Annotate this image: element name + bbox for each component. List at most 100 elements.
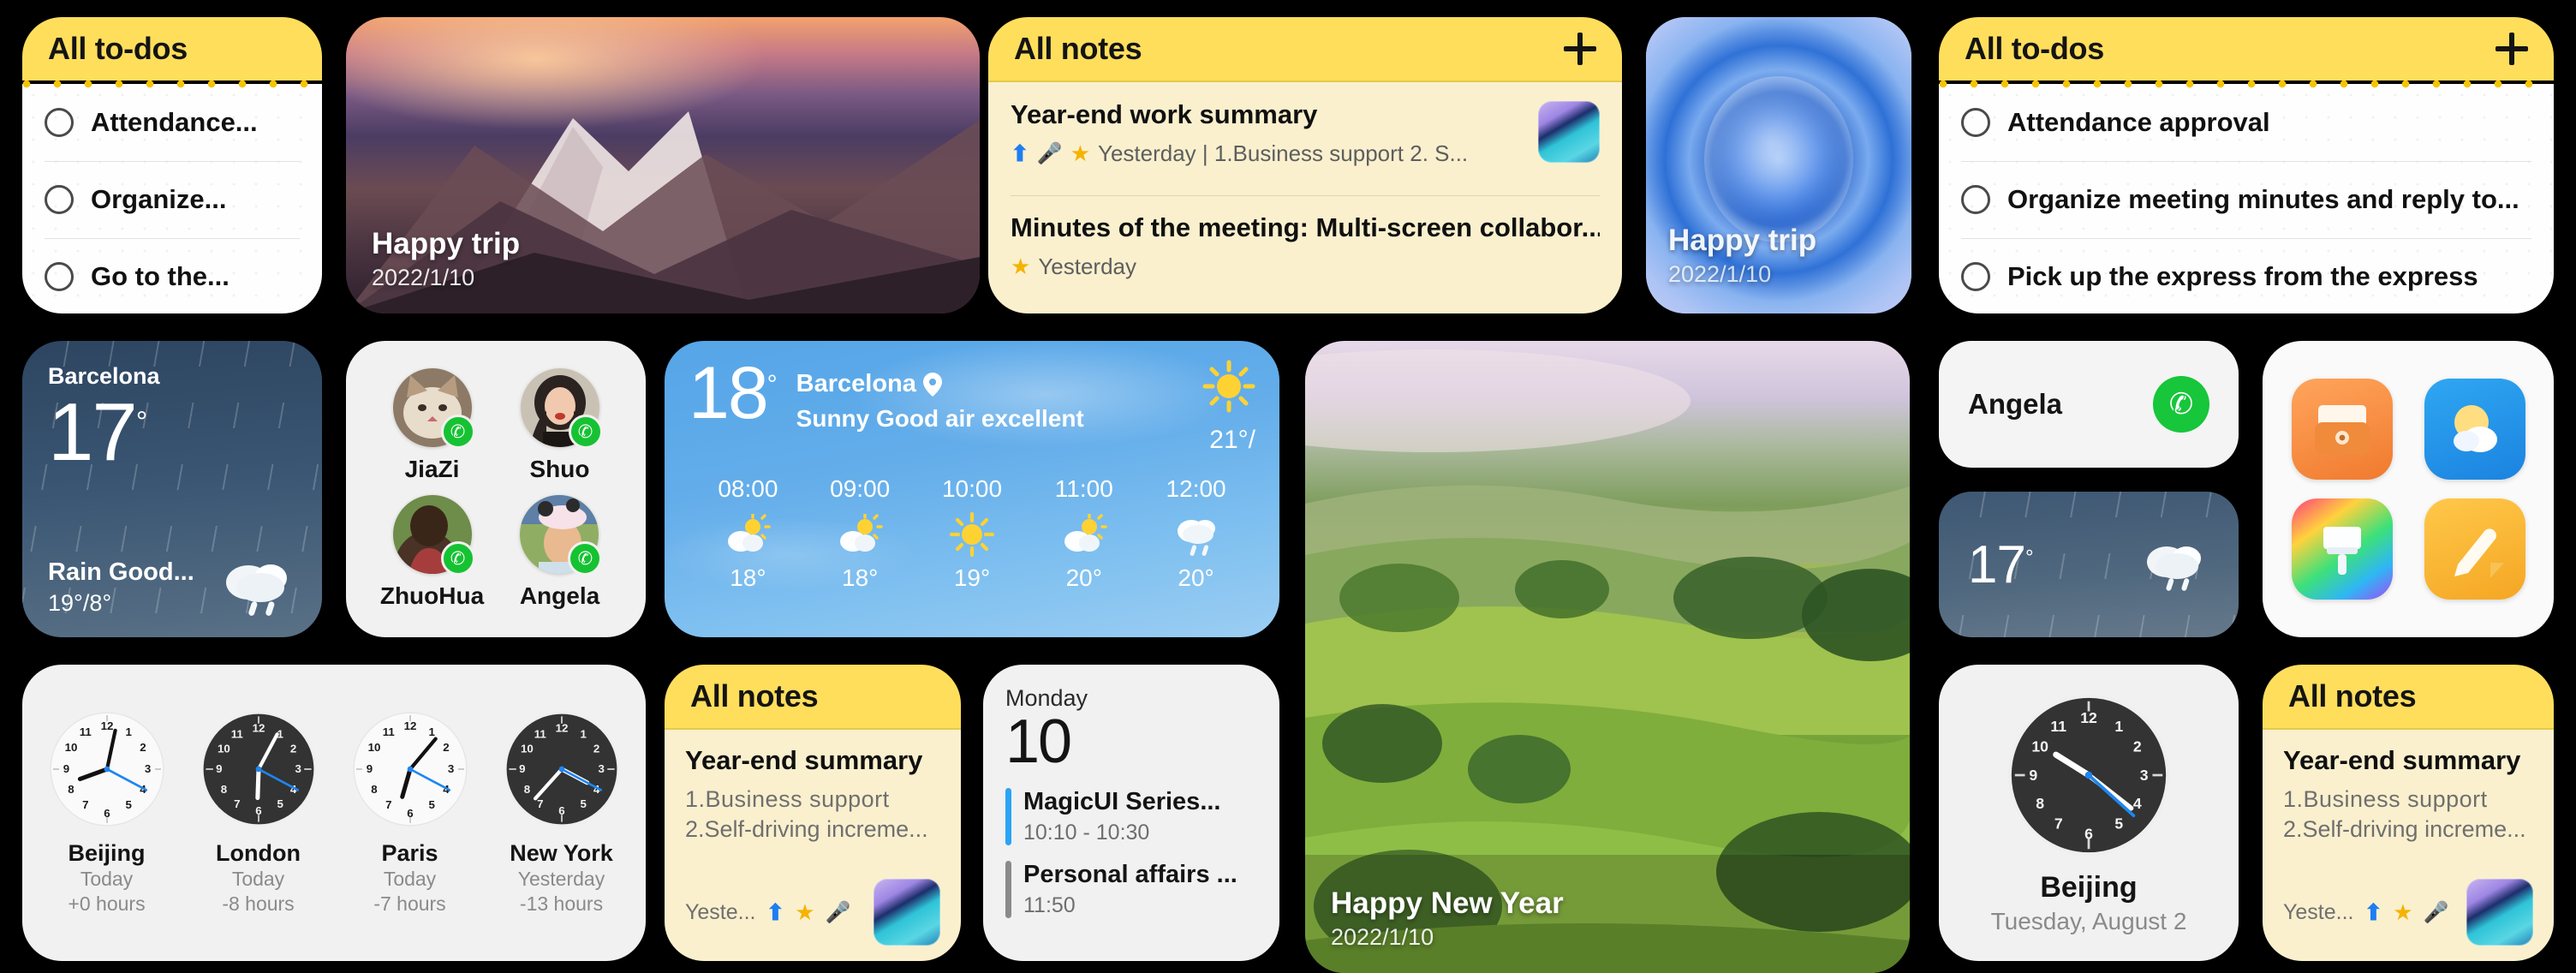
svg-text:12: 12 <box>252 722 265 735</box>
note-meta: ⬆ 🎤 ★ Yesterday | 1.Business support 2. … <box>1011 140 1538 167</box>
svg-text:3: 3 <box>144 762 150 775</box>
degree-symbol: ° <box>135 406 148 439</box>
widget-world-clocks[interactable]: 1212 345 678 91011 Beijing Today +0 hour… <box>22 665 646 961</box>
phone-icon[interactable]: ✆ <box>568 415 603 449</box>
contacts-grid: ✆ JiaZi ✆ Shuo ✆ ZhuoHua ✆ Angela <box>346 341 646 637</box>
hour-temp: 20° <box>1178 564 1214 591</box>
svg-text:7: 7 <box>537 797 543 810</box>
weather-condition: Sunny Good air excellent <box>796 405 1084 432</box>
note-meta-text: Yesterday | 1.Business support 2. S... <box>1098 140 1469 166</box>
todo-item[interactable]: Organize meeting minutes and reply to... <box>1939 161 2554 238</box>
widget-photo-happy-new-year[interactable]: Happy New Year 2022/1/10 <box>1305 341 1910 973</box>
contact-item[interactable]: ✆ Shuo <box>520 368 603 483</box>
partly-sunny-icon <box>804 513 916 556</box>
analog-clock-face-dark: 12 12 345 678 91011 <box>504 712 619 827</box>
widget-all-todos-small[interactable]: All to-dos Attendance... Organize... Go … <box>22 17 322 313</box>
widget-photo-water-drop[interactable]: Happy trip 2022/1/10 <box>1646 17 1911 313</box>
svg-text:1: 1 <box>428 725 435 738</box>
widget-app-grid[interactable] <box>2263 341 2554 637</box>
note-list-item[interactable]: Minutes of the meeting: Multi-screen col… <box>1011 195 1600 298</box>
widget-all-notes-small-right[interactable]: All notes Year-end summary 1.Business su… <box>2263 665 2554 961</box>
mic-icon: 🎤 <box>825 900 851 924</box>
phone-icon[interactable]: ✆ <box>440 541 475 576</box>
phone-icon[interactable]: ✆ <box>440 415 475 449</box>
todo-item[interactable]: Attendance approval <box>1939 84 2554 161</box>
pencil-note-icon[interactable] <box>2424 498 2525 600</box>
wallet-icon[interactable] <box>2291 379 2393 480</box>
svg-text:3: 3 <box>447 762 453 775</box>
svg-text:2: 2 <box>289 743 295 755</box>
clock-city: Beijing <box>68 840 146 867</box>
widget-weather-barcelona-dark[interactable]: Barcelona 17° Rain Good... 19°/8° <box>22 341 322 637</box>
photo-caption: Happy New Year 2022/1/10 <box>1331 886 1564 951</box>
todo-item[interactable]: Go to the... <box>22 238 322 313</box>
contact-item[interactable]: ✆ JiaZi <box>392 368 475 483</box>
checkbox-circle-icon[interactable] <box>45 185 74 214</box>
weather-city: Barcelona <box>796 370 916 397</box>
phone-icon[interactable]: ✆ <box>2153 376 2209 433</box>
hourly-forecast-row: 08:00 18° 09:00 18° 10:00 19° 11:00 20° … <box>689 475 1255 592</box>
widget-all-notes-wide[interactable]: All notes Year-end work summary ⬆ 🎤 ★ Ye… <box>988 17 1622 313</box>
weather-icon[interactable] <box>2424 379 2525 480</box>
widget-all-todos-wide[interactable]: All to-dos Attendance approval Organize … <box>1939 17 2554 313</box>
weather-temperature: 17° <box>48 391 296 474</box>
contact-item[interactable]: ✆ Angela <box>520 495 603 610</box>
calendar-event[interactable]: Personal affairs ... 11:50 <box>1005 860 1257 918</box>
mountain-photo: Happy trip 2022/1/10 <box>346 17 980 313</box>
widget-contacts[interactable]: ✆ JiaZi ✆ Shuo ✆ ZhuoHua ✆ Angela <box>346 341 646 637</box>
clock-day: Today <box>231 868 285 891</box>
svg-text:6: 6 <box>407 807 413 820</box>
clock-item[interactable]: 12 1 2 345 678 9 10 11 London Today -8 hours <box>182 709 334 916</box>
svg-text:11: 11 <box>534 728 546 741</box>
add-note-icon[interactable] <box>1564 33 1596 65</box>
weather-temp-value: 18 <box>689 352 769 434</box>
todo-item[interactable]: Attendance... <box>22 84 322 161</box>
note-meta-text: Yesterday <box>1038 254 1136 279</box>
clock-city: New York <box>510 840 613 867</box>
svg-text:7: 7 <box>2054 815 2063 832</box>
svg-text:1: 1 <box>125 725 132 738</box>
svg-text:8: 8 <box>220 783 226 796</box>
clock-item[interactable]: 12 1 2 345 678 9 10 11 New York Yesterday -1… <box>486 709 637 916</box>
svg-text:5: 5 <box>580 797 587 810</box>
widget-quick-call-angela[interactable]: Angela ✆ <box>1939 341 2239 468</box>
water-drop-photo: Happy trip 2022/1/10 <box>1646 17 1911 313</box>
contact-name: ZhuoHua <box>379 582 485 609</box>
checkbox-circle-icon[interactable] <box>45 262 74 291</box>
calendar-body: Monday 10 MagicUI Series... 10:10 - 10:3… <box>983 665 1279 961</box>
contact-item[interactable]: ✆ ZhuoHua <box>380 495 484 610</box>
todos-wide-list: Attendance approval Organize meeting min… <box>1939 81 2554 313</box>
checkbox-circle-icon[interactable] <box>45 108 74 137</box>
note-list-item[interactable]: Year-end work summary ⬆ 🎤 ★ Yesterday | … <box>1011 82 1600 195</box>
svg-text:6: 6 <box>558 804 564 817</box>
svg-text:11: 11 <box>2050 718 2066 735</box>
widget-weather-small[interactable]: 17° <box>1939 492 2239 637</box>
widget-weather-hourly[interactable]: 18° Barcelona Sunny Good air excellent 2… <box>665 341 1279 637</box>
hour-time: 10:00 <box>941 475 1003 502</box>
checkbox-circle-icon[interactable] <box>1961 262 1990 291</box>
checkbox-circle-icon[interactable] <box>1961 185 1990 214</box>
widget-photo-happy-trip[interactable]: Happy trip 2022/1/10 <box>346 17 980 313</box>
todo-label: Pick up the express from the express <box>2007 261 2478 291</box>
analog-clock-face-light: 1212 345 678 91011 <box>50 712 164 827</box>
add-todo-icon[interactable] <box>2496 33 2528 65</box>
clock-item[interactable]: 1212 345 678 91011 Beijing Today +0 hour… <box>31 709 182 916</box>
landscape-photo: Happy New Year 2022/1/10 <box>1305 341 1910 973</box>
widget-clock-beijing[interactable]: 12 1 2 3 45 6 78 9 10 11 Beijing Tuesday, Augu… <box>1939 665 2239 961</box>
todo-item[interactable]: Pick up the express from the express <box>1939 238 2554 313</box>
widget-all-notes-small[interactable]: All notes Year-end summary 1.Business su… <box>665 665 961 961</box>
paintbrush-icon[interactable] <box>2291 498 2393 600</box>
photo-caption: Happy trip 2022/1/10 <box>372 227 520 291</box>
checkbox-circle-icon[interactable] <box>1961 108 1990 137</box>
notes-small-right-header: All notes <box>2263 665 2554 728</box>
clock-city: London <box>216 840 301 867</box>
svg-text:6: 6 <box>104 807 110 820</box>
photo-date: 2022/1/10 <box>1331 924 1434 950</box>
widget-calendar[interactable]: Monday 10 MagicUI Series... 10:10 - 10:3… <box>983 665 1279 961</box>
clock-item[interactable]: 1212 345 678 91011 Paris Today -7 hours <box>334 709 486 916</box>
todos-small-title: All to-dos <box>48 31 188 66</box>
widget-gallery-canvas: All to-dos Attendance... Organize... Go … <box>0 0 2576 973</box>
phone-icon[interactable]: ✆ <box>568 541 603 576</box>
todo-item[interactable]: Organize... <box>22 161 322 238</box>
calendar-event[interactable]: MagicUI Series... 10:10 - 10:30 <box>1005 787 1257 845</box>
